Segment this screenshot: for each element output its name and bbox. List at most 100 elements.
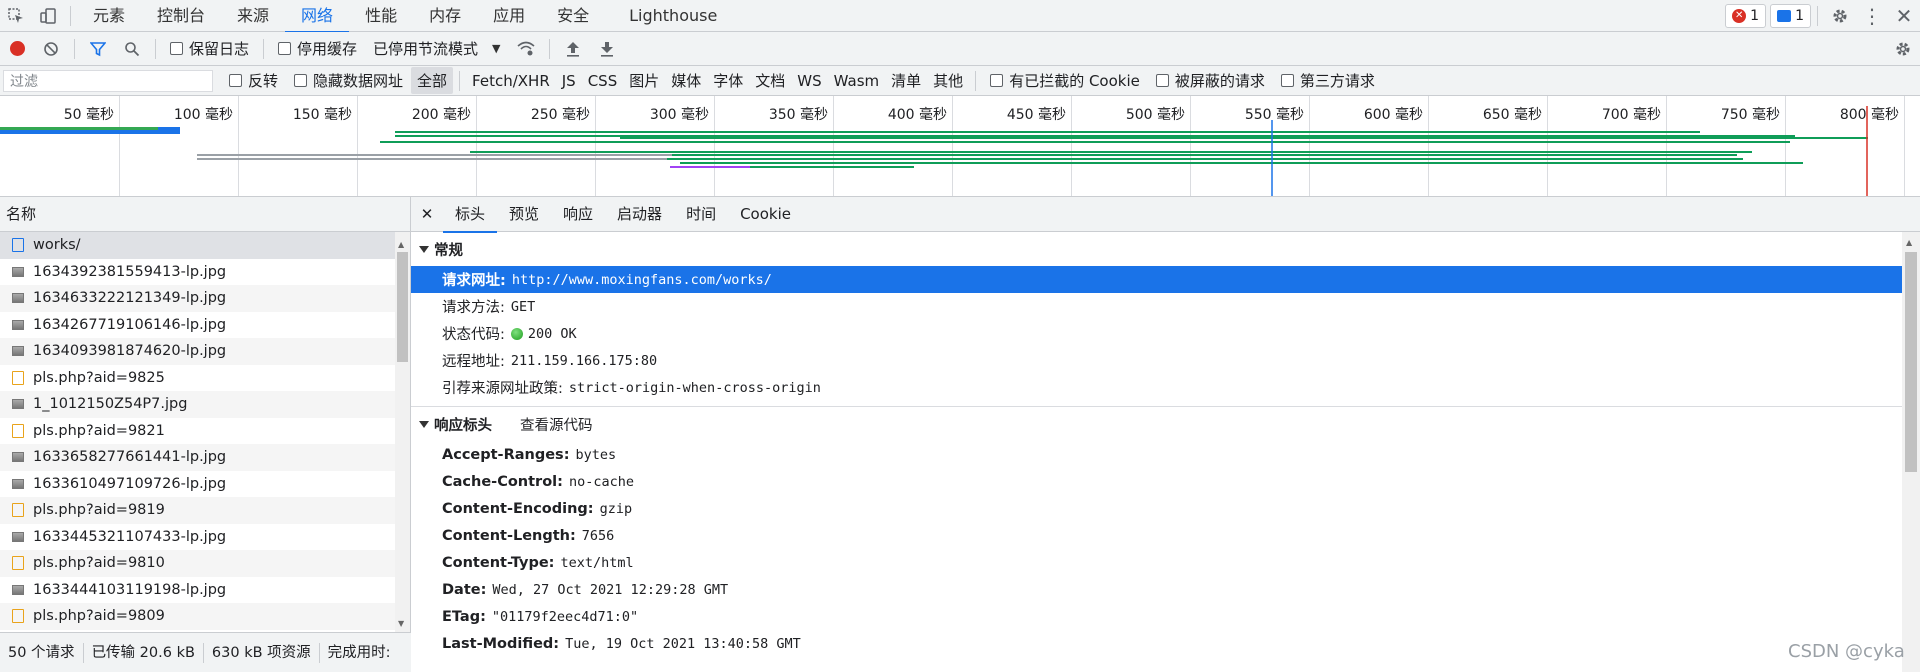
network-settings-button[interactable] [1886,32,1920,66]
tab-2[interactable]: 来源 [221,0,285,32]
filter-type-5[interactable]: 媒体 [665,67,707,94]
response-header-row[interactable]: Last-Modified: Tue, 19 Oct 2021 13:40:58 … [411,630,1920,657]
request-row[interactable]: works/ [0,232,410,259]
response-headers-section-header[interactable]: 响应标头 查看源代码 [411,407,1920,441]
details-scrollbar[interactable]: ▲ [1902,232,1920,672]
header-key: 请求方法: [442,300,505,316]
header-key: Date: [442,581,487,598]
close-devtools-icon[interactable]: ✕ [1888,0,1920,32]
response-header-row[interactable]: Date: Wed, 27 Oct 2021 12:29:28 GMT [411,576,1920,603]
request-row[interactable]: pls.php?aid=9810 [0,550,410,577]
network-toolbar: 保留日志 停用缓存 已停用节流模式 ▼ [0,32,1920,66]
hide-data-urls-checkbox[interactable]: 隐藏数据网址 [286,70,411,91]
detail-tab-2[interactable]: 响应 [551,197,605,232]
preserve-log-checkbox[interactable]: 保留日志 [162,38,257,59]
tab-4[interactable]: 性能 [349,0,413,32]
close-details-icon[interactable]: ✕ [411,205,443,223]
document-file-icon [12,238,24,253]
request-row[interactable]: 1634093981874620-lp.jpg [0,338,410,365]
request-row[interactable]: pls.php?aid=9821 [0,418,410,445]
checkbox-box [1155,74,1169,87]
filter-input[interactable]: 过滤 [3,69,213,92]
record-icon [9,41,25,56]
request-row[interactable]: 1634633222121349-lp.jpg [0,285,410,312]
filter-type-8[interactable]: WS [791,69,827,93]
network-conditions-button[interactable] [509,32,543,66]
request-row[interactable]: pls.php?aid=9825 [0,365,410,392]
filter-type-2[interactable]: JS [556,69,582,93]
tab-1[interactable]: 控制台 [141,0,221,32]
third-party-checkbox[interactable]: 第三方请求 [1273,70,1383,91]
tab-7[interactable]: 安全 [541,0,605,32]
filter-type-11[interactable]: 其他 [927,67,969,94]
response-header-row[interactable]: Content-Length: 7656 [411,522,1920,549]
general-row[interactable]: 请求方法: GET [411,293,1920,320]
request-name: pls.php?aid=9809 [33,608,165,625]
filter-type-0[interactable]: 全部 [411,67,454,94]
export-har-button[interactable] [590,32,624,66]
response-header-row[interactable]: Accept-Ranges: bytes [411,441,1920,468]
tab-0[interactable]: 元素 [77,0,141,32]
disable-cache-checkbox[interactable]: 停用缓存 [270,38,365,59]
response-header-row[interactable]: Content-Encoding: gzip [411,495,1920,522]
import-har-button[interactable] [556,32,590,66]
detail-tab-0[interactable]: 标头 [443,197,498,233]
response-header-row[interactable]: Cache-Control: no-cache [411,468,1920,495]
header-value: GET [510,298,536,315]
general-row[interactable]: 请求网址: http://www.moxingfans.com/works/ [411,266,1920,293]
request-row[interactable]: pls.php?aid=9809 [0,603,410,630]
filter-type-10[interactable]: 清单 [885,67,927,94]
filter-type-1[interactable]: Fetch/XHR [466,69,556,93]
detail-tab-3[interactable]: 启动器 [605,197,674,232]
request-list-scrollbar[interactable]: ▲ ▼ [395,232,410,632]
tab-5[interactable]: 内存 [413,0,477,32]
filter-button[interactable] [81,32,115,66]
finish-time: 完成用时: [327,644,391,661]
filter-type-3[interactable]: CSS [582,69,624,93]
request-row[interactable]: 1633610497109726-lp.jpg [0,471,410,498]
detail-tab-4[interactable]: 时间 [674,197,728,232]
filter-type-6[interactable]: 字体 [707,67,749,94]
message-count: 1 [1795,7,1804,24]
device-toolbar-icon[interactable] [32,0,64,32]
filter-type-9[interactable]: Wasm [828,69,886,93]
tab-6[interactable]: 应用 [477,0,541,32]
invert-checkbox[interactable]: 反转 [221,70,286,91]
clear-button[interactable] [34,32,68,66]
inspect-element-icon[interactable] [0,0,32,32]
error-count-badge[interactable]: ✕ 1 [1725,3,1767,28]
view-source-link[interactable]: 查看源代码 [520,414,593,435]
general-row[interactable]: 引荐来源网址政策: strict-origin-when-cross-origin [411,374,1920,401]
response-header-row[interactable]: Content-Type: text/html [411,549,1920,576]
record-button[interactable] [0,32,34,66]
search-button[interactable] [115,32,149,66]
filter-type-7[interactable]: 文档 [749,67,791,94]
message-icon [1777,9,1792,22]
general-section-header[interactable]: 常规 [411,232,1920,266]
request-row[interactable]: 1634267719106146-lp.jpg [0,312,410,339]
general-row[interactable]: 状态代码: 200 OK [411,320,1920,347]
checkbox-box [278,42,292,55]
detail-tab-5[interactable]: Cookie [728,197,803,232]
name-column-header[interactable]: 名称 [0,197,410,232]
tab-3[interactable]: 网络 [285,0,350,33]
blocked-requests-checkbox[interactable]: 被屏蔽的请求 [1148,70,1273,91]
doc-bar-wait [0,127,158,130]
timeline-overview[interactable]: 50 毫秒 100 毫秒 150 毫秒 200 毫秒 250 毫秒 300 毫秒 350 毫… [0,96,1920,197]
detail-tab-1[interactable]: 预览 [497,197,551,232]
message-count-badge[interactable]: 1 [1770,3,1811,28]
filter-type-4[interactable]: 图片 [623,67,665,94]
more-options-icon[interactable]: ⋮ [1856,0,1888,32]
throttling-select[interactable]: 已停用节流模式 ▼ [365,38,508,59]
request-row[interactable]: pls.php?aid=9819 [0,497,410,524]
request-row[interactable]: 1633445321107433-lp.jpg [0,524,410,551]
general-row[interactable]: 远程地址: 211.159.166.175:80 [411,347,1920,374]
settings-gear-icon[interactable] [1824,0,1856,32]
tab-8[interactable]: Lighthouse [613,0,733,32]
request-row[interactable]: 1633444103119198-lp.jpg [0,577,410,604]
request-row[interactable]: 1633658277661441-lp.jpg [0,444,410,471]
request-row[interactable]: 1_1012150Z54P7.jpg [0,391,410,418]
response-header-row[interactable]: ETag: "01179f2eec4d71:0" [411,603,1920,630]
request-row[interactable]: 1634392381559413-lp.jpg [0,259,410,286]
blocked-cookies-checkbox[interactable]: 有已拦截的 Cookie [982,70,1148,91]
